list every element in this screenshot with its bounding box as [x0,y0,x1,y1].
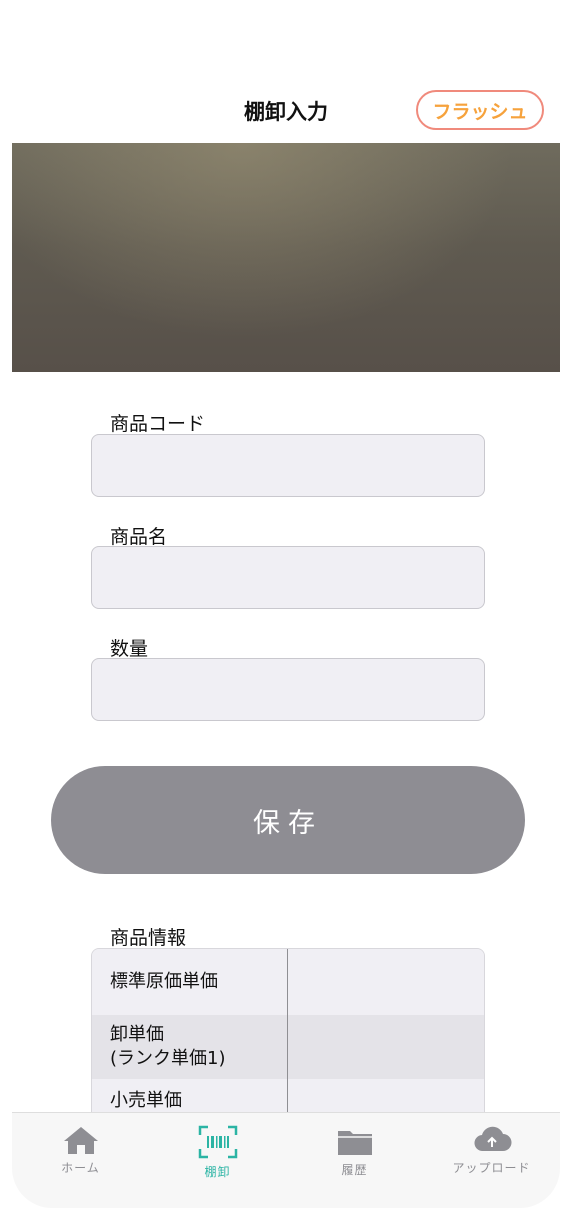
quantity-label: 数量 [110,638,149,660]
tab-upload-label: アップロード [452,1161,531,1175]
barcode-scan-icon [198,1125,237,1159]
product-name-label: 商品名 [110,526,168,548]
product-info-title: 商品情報 [110,927,187,949]
product-code-input[interactable] [91,434,485,497]
info-row-label: 卸単価 (ランク単価1) [92,1015,288,1079]
quantity-input[interactable] [91,658,485,721]
home-icon [63,1127,98,1154]
tab-history[interactable]: 履歴 [286,1113,423,1208]
tab-inventory-label: 棚卸 [204,1165,231,1179]
tab-home-label: ホーム [61,1161,100,1175]
info-row-value [288,1015,484,1079]
tab-upload[interactable]: アップロード [423,1113,560,1208]
info-row-standard-cost: 標準原価単価 [92,949,484,1015]
product-name-input[interactable] [91,546,485,609]
product-code-label: 商品コード [110,413,206,435]
tab-home[interactable]: ホーム [12,1113,149,1208]
save-button[interactable]: 保存 [51,766,525,874]
tab-history-label: 履歴 [341,1163,368,1177]
tab-inventory[interactable]: 棚卸 [149,1113,286,1208]
cloud-upload-icon [473,1126,511,1152]
tab-bar: ホーム 棚卸 履歴 アップロード [12,1112,560,1208]
info-row-wholesale-price: 卸単価 (ランク単価1) [92,1015,484,1079]
info-row-label: 標準原価単価 [92,949,288,1015]
info-row-value [288,949,484,1015]
folder-icon [337,1131,372,1155]
app-screen: 棚卸入力 フラッシュ 商品コード 商品名 数量 保存 商品情報 標準原価単価 卸… [12,0,560,1208]
flash-button[interactable]: フラッシュ [416,90,544,130]
camera-preview[interactable] [12,143,560,372]
product-info-table: 標準原価単価 卸単価 (ランク単価1) 小売単価 [91,948,485,1128]
